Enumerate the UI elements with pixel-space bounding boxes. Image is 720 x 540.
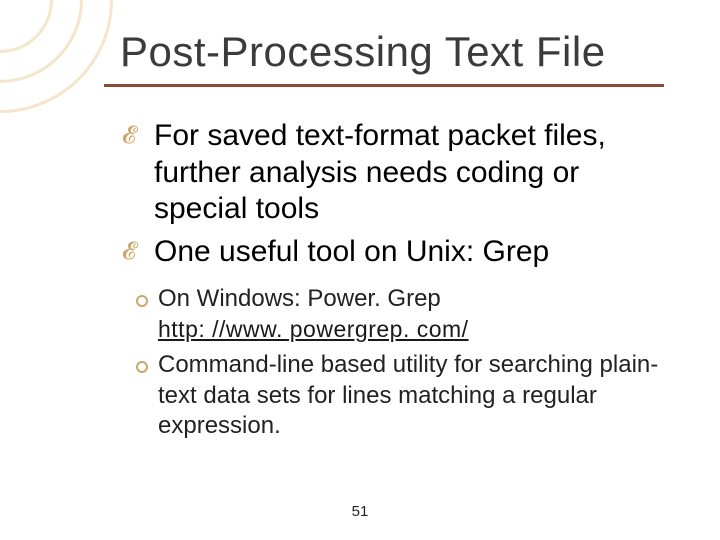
sub-bullets: On Windows: Power. Grep http: //www. pow… (122, 284, 662, 442)
bullet-text: For saved text-format packet files, furt… (154, 119, 606, 225)
bullet-level1: 𝓔 One useful tool on Unix: Grep (122, 234, 662, 271)
bullet-level2: Command-line based utility for searching… (122, 350, 662, 442)
bullet-text: One useful tool on Unix: Grep (154, 235, 549, 268)
powergrep-link[interactable]: http: //www. powergrep. com/ (158, 316, 469, 342)
bullet-level2: On Windows: Power. Grep http: //www. pow… (122, 284, 662, 345)
ring-icon (136, 295, 148, 307)
bullet-level1: 𝓔 For saved text-format packet files, fu… (122, 118, 662, 228)
swirl-icon: 𝓔 (122, 240, 136, 264)
title-underline (104, 84, 664, 87)
slide-title: Post-Processing Text File (120, 28, 606, 76)
sub-bullet-text: On Windows: Power. Grep (158, 285, 441, 312)
page-number: 51 (0, 503, 720, 520)
sub-bullet-text: Command-line based utility for searching… (158, 351, 658, 439)
ring-icon (136, 361, 148, 373)
swirl-icon: 𝓔 (122, 124, 136, 148)
slide-body: 𝓔 For saved text-format packet files, fu… (122, 118, 662, 446)
slide: Post-Processing Text File 𝓔 For saved te… (0, 0, 720, 540)
